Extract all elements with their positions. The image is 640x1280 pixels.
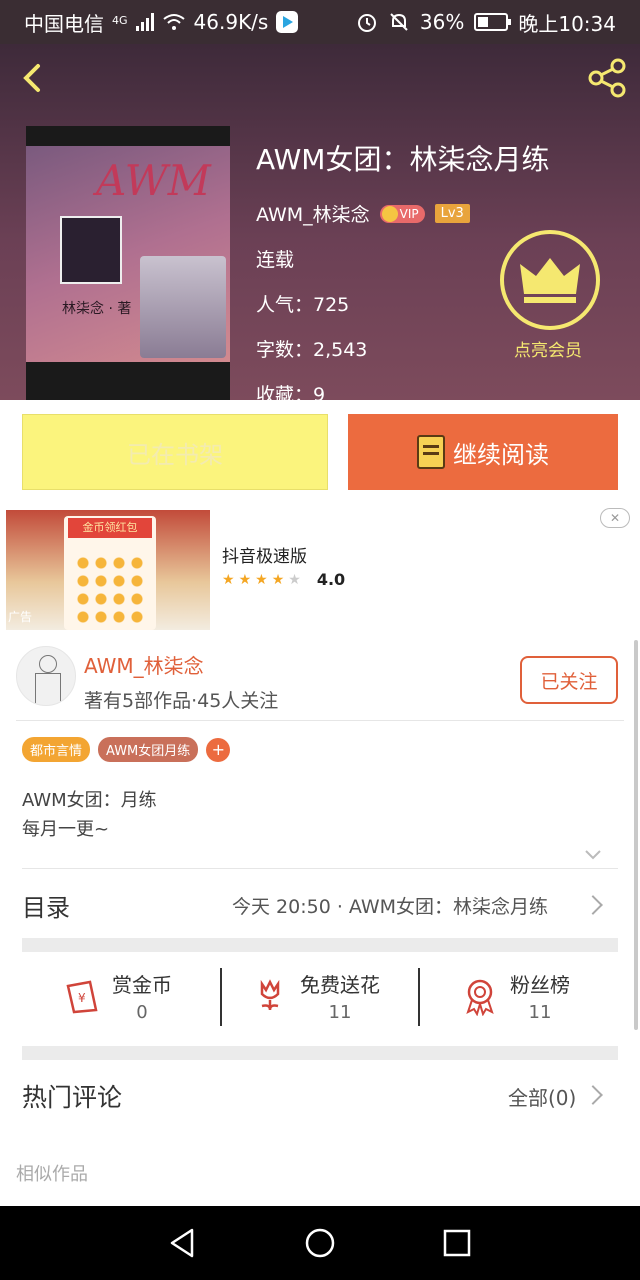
crown-icon — [381, 205, 398, 222]
clock: 晚上10:34 — [518, 11, 616, 36]
svg-text:¥: ¥ — [78, 991, 86, 1005]
star-empty-icon: ★ — [288, 571, 301, 588]
level-badge: Lv3 — [434, 204, 470, 223]
network-speed: 46.9K/s — [193, 10, 269, 34]
continue-reading-button[interactable]: 继续阅读 — [348, 414, 618, 490]
cover-subtitle: 林柒念 · 著 — [62, 301, 132, 317]
crown-icon — [520, 258, 580, 303]
book-icon — [417, 435, 445, 469]
wifi-icon — [162, 14, 185, 30]
ad-coins-graphic — [74, 554, 146, 624]
book-cover[interactable]: AWM 林柒念 · 著 — [26, 126, 230, 400]
hot-comments-title: 热门评论 — [22, 1083, 123, 1112]
follow-label: 已关注 — [540, 670, 598, 693]
author-name[interactable]: AWM_林柒念 — [84, 650, 204, 679]
tag-list: 都市言情 AWM女团月练 + — [22, 737, 231, 762]
status-bar: 中国电信 4G 46.9K/s 36% 晚上10:34 — [0, 0, 640, 44]
catalog-label[interactable]: 目录 — [22, 888, 70, 923]
book-description: AWM女团：月练 每月一更~ — [22, 786, 157, 844]
in-bookshelf-label: 已在书架 — [127, 440, 223, 469]
battery-percent: 36% — [419, 10, 465, 34]
reward-coins-button[interactable]: ¥ 赏金币 0 — [62, 966, 172, 1026]
divider — [22, 868, 618, 869]
ad-image[interactable]: 金币领红包 — [6, 510, 210, 630]
cover-title: AWM — [96, 156, 211, 205]
ad-app-name[interactable]: 抖音极速版 — [222, 542, 307, 567]
all-comments-link[interactable]: 全部(0) — [508, 1082, 576, 1111]
mute-icon — [390, 13, 408, 31]
book-title: AWM女团：林柒念月练 — [256, 143, 550, 176]
vip-badge: VIP — [379, 204, 425, 223]
chevron-left-icon[interactable] — [14, 58, 54, 98]
star-icon: ★ — [222, 571, 235, 588]
ad-rating-value: 4.0 — [316, 570, 346, 589]
follow-button[interactable]: 已关注 — [520, 656, 618, 704]
tag-genre[interactable]: 都市言情 — [22, 737, 91, 762]
back-triangle-icon[interactable] — [166, 1226, 200, 1260]
section-divider — [22, 1046, 618, 1060]
in-bookshelf-button[interactable]: 已在书架 — [22, 414, 328, 490]
chevron-down-icon[interactable] — [584, 846, 602, 864]
cover-photo — [60, 216, 122, 284]
similar-works-title: 相似作品 — [16, 1164, 88, 1185]
star-icon: ★ — [238, 571, 252, 588]
vip-membership-label[interactable]: 点亮会员 — [514, 336, 582, 361]
stat-label: 粉丝榜 — [510, 973, 570, 997]
divider — [16, 720, 624, 721]
stat-label: 免费送花 — [300, 973, 380, 997]
section-divider — [22, 938, 618, 952]
close-icon[interactable]: ✕ — [600, 508, 630, 528]
description-line: 每月一更~ — [22, 819, 110, 840]
network-type: 4G — [112, 13, 128, 27]
video-app-icon — [276, 11, 299, 33]
add-tag-button[interactable]: + — [206, 737, 231, 762]
stat-value: 11 — [528, 1002, 552, 1023]
battery-icon — [474, 13, 512, 31]
continue-reading-label: 继续阅读 — [453, 440, 549, 469]
share-icon[interactable] — [586, 56, 630, 100]
recents-square-icon[interactable] — [440, 1226, 474, 1260]
red-envelope-icon: ¥ — [66, 980, 98, 1014]
stat-label: 赏金币 — [112, 973, 172, 997]
ad-tag: 广告 — [8, 610, 33, 624]
avatar[interactable] — [16, 646, 76, 706]
vip-badge-label: VIP — [399, 206, 419, 221]
scrollbar[interactable] — [634, 640, 638, 1030]
header-author-name[interactable]: AWM_林柒念 — [256, 200, 370, 227]
word-count: 字数：2,543 — [256, 339, 368, 361]
ad-image-banner: 金币领红包 — [68, 518, 152, 538]
tag-series[interactable]: AWM女团月练 — [98, 737, 199, 762]
star-icon: ★ — [271, 571, 285, 588]
home-circle-icon[interactable] — [303, 1226, 337, 1260]
send-flower-button[interactable]: 免费送花 11 — [250, 966, 380, 1026]
cover-photo — [140, 256, 226, 358]
author-stats: 著有5部作品·45人关注 — [84, 690, 279, 712]
flower-icon — [260, 979, 280, 1011]
vip-membership-button[interactable] — [500, 230, 600, 330]
stat-value: 0 — [136, 1002, 148, 1023]
latest-chapter[interactable]: 今天 20:50 · AWM女团：林柒念月练 — [232, 892, 572, 919]
signal-icon — [135, 13, 154, 31]
favorites-count: 收藏：9 — [256, 384, 326, 400]
chevron-right-icon[interactable] — [583, 1085, 603, 1105]
fan-ranking-button[interactable]: 粉丝榜 11 — [460, 966, 570, 1026]
ad-rating: ★ ★ ★ ★ ★ 4.0 — [222, 570, 345, 589]
carrier-label: 中国电信 — [24, 11, 104, 36]
stat-value: 11 — [328, 1002, 352, 1023]
divider — [220, 968, 222, 1026]
description-line: AWM女团：月练 — [22, 790, 157, 811]
medal-icon — [466, 979, 494, 1016]
book-header: AWM 林柒念 · 著 AWM女团：林柒念月练 AWM_林柒念 VIP Lv3 … — [0, 44, 640, 400]
divider — [418, 968, 420, 1026]
alarm-icon — [357, 14, 376, 32]
star-icon: ★ — [255, 571, 268, 588]
